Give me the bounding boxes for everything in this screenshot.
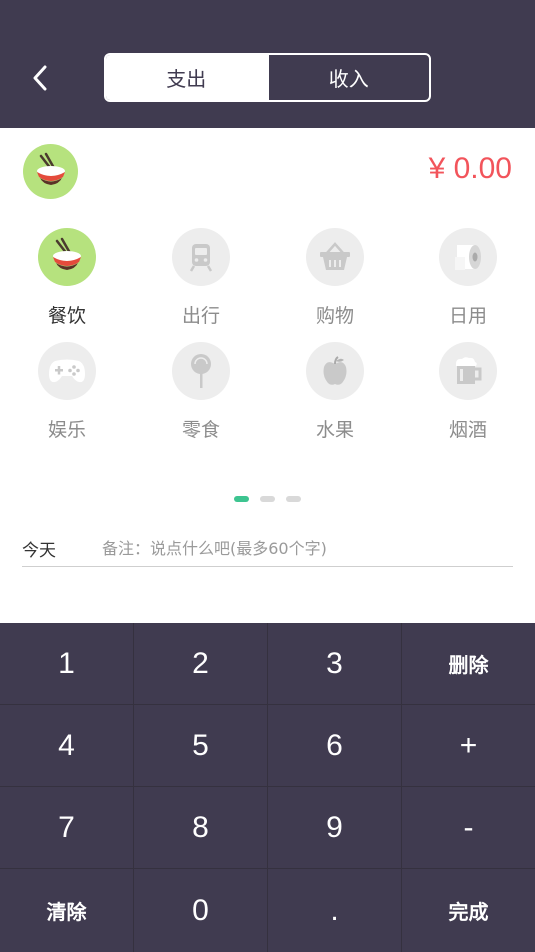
plus-button[interactable]: +: [402, 705, 535, 787]
category-label: 餐饮: [47, 305, 86, 327]
category-shopping[interactable]: 购物: [268, 228, 402, 338]
lollipop-icon: [191, 354, 211, 388]
category-icon-wrap: [439, 342, 497, 400]
key-2[interactable]: 2: [134, 623, 268, 705]
category-transport[interactable]: 出行: [134, 228, 268, 338]
clear-button[interactable]: 清除: [0, 869, 134, 952]
category-icon-wrap: [38, 342, 96, 400]
category-icon-wrap: [306, 228, 364, 286]
category-snacks[interactable]: 零食: [134, 342, 268, 452]
apple-icon: [323, 356, 347, 385]
decimal-point-key[interactable]: .: [268, 869, 402, 952]
key-7[interactable]: 7: [0, 787, 134, 869]
selected-category-icon: [23, 144, 78, 199]
category-tobacco-alcohol[interactable]: 烟酒: [401, 342, 535, 452]
key-0[interactable]: 0: [134, 869, 268, 952]
train-icon: [189, 244, 213, 272]
page-dot-3[interactable]: [286, 496, 301, 502]
tab-income[interactable]: 收入: [269, 55, 430, 100]
note-input[interactable]: [102, 538, 513, 558]
page-dot-2[interactable]: [260, 496, 275, 502]
rice-bowl-icon: [36, 152, 65, 185]
category-icon-wrap: [172, 342, 230, 400]
category-label: 购物: [315, 305, 354, 327]
category-icon-wrap: [439, 228, 497, 286]
page-indicator: [0, 496, 535, 502]
category-label: 水果: [315, 419, 354, 441]
category-label: 日用: [448, 305, 487, 327]
gamepad-icon: [49, 359, 85, 383]
category-icon-wrap: [306, 342, 364, 400]
done-button[interactable]: 完成: [402, 869, 535, 952]
key-6[interactable]: 6: [268, 705, 402, 787]
category-fruit[interactable]: 水果: [268, 342, 402, 452]
beer-mug-icon: [456, 357, 482, 384]
category-icon-wrap: [172, 228, 230, 286]
category-entertainment[interactable]: 娱乐: [0, 342, 134, 452]
rice-bowl-icon: [53, 237, 81, 270]
key-9[interactable]: 9: [268, 787, 402, 869]
category-label: 出行: [181, 305, 220, 327]
date-selector[interactable]: 今天: [22, 536, 102, 561]
tab-expense[interactable]: 支出: [106, 55, 267, 100]
amount-display: ¥ 0.00: [428, 152, 512, 185]
category-daily[interactable]: 日用: [401, 228, 535, 338]
category-label: 娱乐: [47, 419, 86, 441]
key-4[interactable]: 4: [0, 705, 134, 787]
shopping-basket-icon: [320, 242, 350, 270]
tissue-roll-icon: [455, 245, 481, 270]
key-3[interactable]: 3: [268, 623, 402, 705]
note-row: 今天: [22, 530, 513, 567]
back-button[interactable]: [24, 60, 56, 96]
key-1[interactable]: 1: [0, 623, 134, 705]
top-bar: 支出 收入: [0, 0, 535, 128]
category-label: 零食: [181, 419, 220, 441]
page-dot-1[interactable]: [234, 496, 249, 502]
delete-button[interactable]: 删除: [402, 623, 535, 705]
category-label: 烟酒: [448, 419, 487, 441]
key-8[interactable]: 8: [134, 787, 268, 869]
category-dining[interactable]: 餐饮: [0, 228, 134, 338]
category-icon-wrap: [38, 228, 96, 286]
type-segmented-control: 支出 收入: [104, 53, 431, 102]
number-keypad: 1 2 3 删除 4 5 6 + 7 8 9 - 清除 0 . 完成: [0, 623, 535, 952]
minus-button[interactable]: -: [402, 787, 535, 869]
chevron-left-icon: [33, 65, 47, 91]
key-5[interactable]: 5: [134, 705, 268, 787]
